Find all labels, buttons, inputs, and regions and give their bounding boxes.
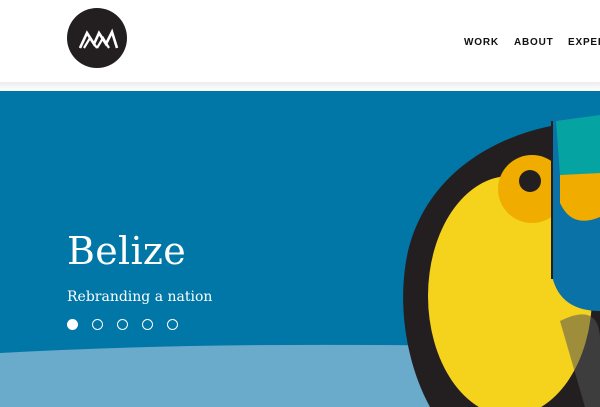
slider-dot-5[interactable] [167,319,178,330]
nav-about[interactable]: ABOUT [514,36,554,50]
slider-dot-4[interactable] [142,319,153,330]
logo[interactable] [67,8,127,68]
slider-dot-1[interactable] [67,319,78,330]
slider-dot-2[interactable] [92,319,103,330]
nav-work[interactable]: WORK [464,36,499,50]
site-header: WORK ABOUT EXPER [0,0,600,82]
header-divider [0,82,600,91]
nav-experience[interactable]: EXPER [568,36,600,50]
mountain-peaks-logo-icon [78,28,119,49]
toucan-beak-teal [556,115,600,175]
toucan-eye [519,170,541,192]
slider-dot-3[interactable] [117,319,128,330]
hero-slider: Belize Rebranding a nation [0,91,600,407]
hero-subtitle: Rebranding a nation [67,289,213,305]
hero-title: Belize [67,229,187,273]
